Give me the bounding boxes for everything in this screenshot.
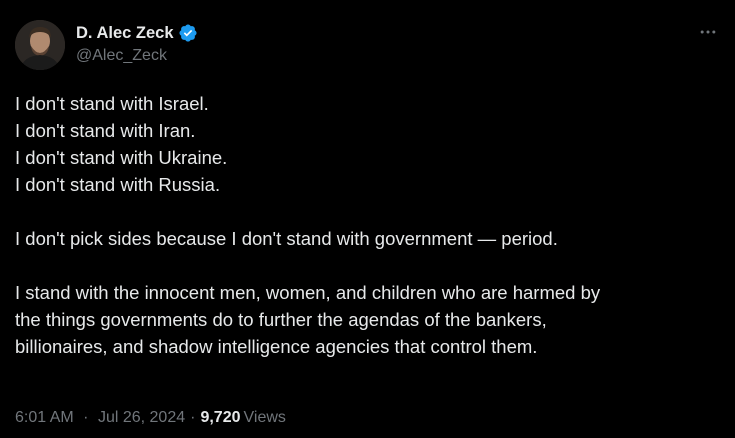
views-count[interactable]: 9,720 <box>200 409 240 427</box>
tweet-card: D. Alec Zeck @Alec_Zeck I don't stand wi… <box>0 0 735 438</box>
meta-separator: · <box>83 409 89 426</box>
verified-badge-icon <box>178 23 198 43</box>
author-handle[interactable]: @Alec_Zeck <box>76 47 167 65</box>
tweet-line: the things governments do to further the… <box>15 309 547 330</box>
more-options-button[interactable] <box>696 20 720 44</box>
author-display-name[interactable]: D. Alec Zeck <box>76 24 174 43</box>
tweet-text: I don't stand with Israel. I don't stand… <box>15 90 720 360</box>
tweet-date: Jul 26, 2024 <box>97 409 186 426</box>
tweet-line: I don't pick sides because I don't stand… <box>15 228 558 249</box>
tweet-line: I stand with the innocent men, women, an… <box>15 282 601 303</box>
tweet-time-link[interactable]: 6:01 AM · Jul 26, 2024 <box>15 409 185 427</box>
tweet-line: billionaires, and shadow intelligence ag… <box>15 336 538 357</box>
tweet-line: I don't stand with Ukraine. <box>15 147 228 168</box>
avatar-photo-icon <box>15 20 65 70</box>
tweet-line: I don't stand with Israel. <box>15 93 209 114</box>
tweet-line: I don't stand with Russia. <box>15 174 221 195</box>
tweet-line: I don't stand with Iran. <box>15 120 196 141</box>
tweet-time: 6:01 AM <box>15 409 74 426</box>
meta-separator: · <box>190 409 196 426</box>
more-icon <box>700 30 716 34</box>
tweet-metadata: 6:01 AM · Jul 26, 2024 · 9,720 Views <box>15 409 286 427</box>
author-name-row: D. Alec Zeck <box>76 22 198 44</box>
views-label: Views <box>243 409 286 426</box>
author-avatar[interactable] <box>15 20 65 70</box>
